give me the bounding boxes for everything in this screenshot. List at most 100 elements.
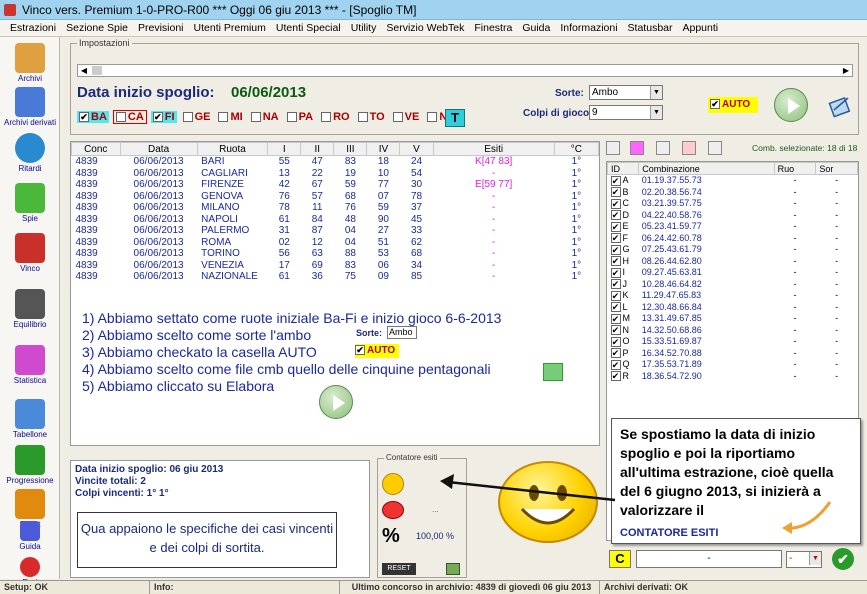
table-row[interactable]: 4839 06/06/2013 CAGLIARI 13 22 19 10 54 - 1° xyxy=(72,168,599,180)
checkbox-icon[interactable]: ✔ xyxy=(610,302,621,313)
table-row[interactable]: 4839 06/06/2013 MILANO 78 11 76 59 37 - 1° xyxy=(72,202,599,214)
menu-item-informazioni[interactable]: Informazioni xyxy=(560,22,617,34)
confirm-check-icon[interactable]: ✔ xyxy=(832,548,854,570)
sidebar-item-archivi-derivati[interactable]: Archivi derivati xyxy=(2,87,58,127)
table-row[interactable]: 4839 06/06/2013 ROMA 02 12 04 51 62 - 1° xyxy=(72,237,599,249)
ruota-checkbox-ca[interactable]: CA xyxy=(112,110,147,124)
menu-item-estrazioni[interactable]: Estrazioni xyxy=(10,22,56,34)
reset-button[interactable]: RESET xyxy=(382,563,416,575)
list-item[interactable]: ✔ H 08.26.44.62.80- - xyxy=(608,256,858,268)
checkbox-icon[interactable]: ✔ xyxy=(610,336,621,347)
table-row[interactable]: 4839 06/06/2013 GENOVA 76 57 68 07 78 - 1° xyxy=(72,191,599,203)
list-item[interactable]: ✔ Q 17.35.53.71.89- - xyxy=(608,359,858,371)
list-item[interactable]: ✔ E 05.23.41.59.77- - xyxy=(608,221,858,233)
ruota-checkbox-ro[interactable]: RO xyxy=(319,111,352,123)
column-header[interactable]: Combinazione xyxy=(638,162,775,175)
colpi-select[interactable]: 9 ▼ xyxy=(589,105,663,120)
menu-item-previsioni[interactable]: Previsioni xyxy=(138,22,184,34)
table-row[interactable]: 4839 06/06/2013 VENEZIA 17 69 83 06 34 - 1° xyxy=(72,260,599,272)
auto-checkbox[interactable]: ✔ AUTO xyxy=(708,97,758,113)
c-field[interactable]: - xyxy=(636,550,782,568)
checkbox-icon[interactable]: ✔ xyxy=(610,325,621,336)
menu-item-sezione-spie[interactable]: Sezione Spie xyxy=(66,22,128,34)
checkbox-icon[interactable]: ✔ xyxy=(610,267,621,278)
scroll-thumb[interactable] xyxy=(92,66,102,75)
no-icon[interactable] xyxy=(682,141,696,155)
list-item[interactable]: ✔ A 01.19.37.55.73- - xyxy=(608,175,858,187)
print-icon[interactable] xyxy=(828,94,852,118)
table-row[interactable]: 4839 06/06/2013 PALERMO 31 87 04 27 33 - 1° xyxy=(72,225,599,237)
ruota-checkbox-fi[interactable]: ✔ FI xyxy=(150,111,177,123)
checkbox-icon[interactable]: ✔ xyxy=(610,221,621,232)
sidebar-item-guida[interactable]: Guida xyxy=(2,521,58,551)
c-button[interactable]: C xyxy=(609,550,631,568)
start-date-value[interactable]: 06/06/2013 xyxy=(231,84,306,101)
checklist-icon[interactable] xyxy=(656,141,670,155)
list-item[interactable]: ✔ N 14.32.50.68.86- - xyxy=(608,325,858,337)
menu-item-appunti[interactable]: Appunti xyxy=(683,22,719,34)
table-row[interactable]: 4839 06/06/2013 NAZIONALE 61 36 75 09 85 - 1° xyxy=(72,271,599,283)
ruota-checkbox-na[interactable]: NA xyxy=(249,111,281,123)
menu-item-servizio-webtek[interactable]: Servizio WebTek xyxy=(386,22,464,34)
sidebar-item-ritardi[interactable]: Ritardi xyxy=(2,133,58,173)
t-button[interactable]: T xyxy=(445,109,465,127)
list-item[interactable]: ✔ I 09.27.45.63.81- - xyxy=(608,267,858,279)
star-icon[interactable] xyxy=(630,141,644,155)
bottom-select[interactable]: - ▼ xyxy=(786,551,822,568)
column-header[interactable]: °C xyxy=(553,142,600,156)
checkbox-icon[interactable]: ✔ xyxy=(610,187,621,198)
sidebar-item-statistica[interactable]: Statistica xyxy=(2,345,58,385)
menu-item-utenti-special[interactable]: Utenti Special xyxy=(276,22,341,34)
ruota-checkbox-ve[interactable]: VE xyxy=(391,111,422,123)
elabora-button[interactable] xyxy=(774,88,808,122)
list-item[interactable]: ✔ J 10.28.46.64.82- - xyxy=(608,279,858,291)
sidebar-item-equilibrio[interactable]: Equilibrio xyxy=(2,289,58,329)
checkbox-icon[interactable]: ✔ xyxy=(610,279,621,290)
column-header[interactable]: Ruo xyxy=(773,162,817,175)
column-header[interactable]: ID xyxy=(606,162,640,175)
list-item[interactable]: ✔ C 03.21.39.57.75- - xyxy=(608,198,858,210)
menu-item-finestra[interactable]: Finestra xyxy=(474,22,512,34)
checkbox-icon[interactable]: ✔ xyxy=(610,233,621,244)
list-item[interactable]: ✔ B 02.20.38.56.74- - xyxy=(608,187,858,199)
sidebar-item-archivi[interactable]: Archivi xyxy=(2,43,58,83)
sidebar-item-progressione[interactable]: Progressione xyxy=(2,445,58,485)
checkbox-icon[interactable]: ✔ xyxy=(610,290,621,301)
checkbox-icon[interactable]: ✔ xyxy=(610,256,621,267)
sidebar-item-spie[interactable]: Spie xyxy=(2,183,58,223)
checkbox-icon[interactable]: ✔ xyxy=(610,210,621,221)
ruota-checkbox-to[interactable]: TO xyxy=(356,111,387,123)
list-item[interactable]: ✔ K 11.29.47.65.83- - xyxy=(608,290,858,302)
edit-icon[interactable] xyxy=(708,141,722,155)
sidebar-item-vinco[interactable]: Vinco xyxy=(2,233,58,273)
list-item[interactable]: ✔ P 16.34.52.70.88- - xyxy=(608,348,858,360)
checkbox-icon[interactable]: ✔ xyxy=(610,313,621,324)
list-item[interactable]: ✔ R 18.36.54.72.90- - xyxy=(608,371,858,383)
ruota-checkbox-pa[interactable]: PA xyxy=(285,111,315,123)
list-item[interactable]: ✔ O 15.33.51.69.87- - xyxy=(608,336,858,348)
table-row[interactable]: 4839 06/06/2013 TORINO 56 63 88 53 68 - 1° xyxy=(72,248,599,260)
list-item[interactable]: ✔ L 12.30.48.66.84- - xyxy=(608,302,858,314)
column-header[interactable]: V xyxy=(399,142,434,156)
table-row[interactable]: 4839 06/06/2013 NAPOLI 61 84 48 90 45 - 1° xyxy=(72,214,599,226)
file-icon[interactable] xyxy=(606,141,620,155)
ruota-checkbox-mi[interactable]: MI xyxy=(216,111,244,123)
horizontal-scrollbar[interactable]: ◀ ▶ xyxy=(77,64,853,77)
menu-item-guida[interactable]: Guida xyxy=(522,22,550,34)
column-header[interactable]: III xyxy=(333,142,368,156)
checkbox-icon[interactable]: ✔ xyxy=(610,198,621,209)
checkbox-icon[interactable]: ✔ xyxy=(610,359,621,370)
sorte-select[interactable]: Ambo ▼ xyxy=(589,85,663,100)
sidebar-item-tabellone[interactable]: Tabellone xyxy=(2,399,58,439)
checkbox-icon[interactable]: ✔ xyxy=(610,175,621,186)
ruota-checkbox-ge[interactable]: GE xyxy=(181,111,213,123)
checkbox-icon[interactable]: ✔ xyxy=(610,348,621,359)
menu-item-statusbar[interactable]: Statusbar xyxy=(628,22,673,34)
checkbox-icon[interactable]: ✔ xyxy=(610,371,621,382)
column-header[interactable]: Data xyxy=(119,142,198,156)
chart-icon[interactable] xyxy=(446,563,460,575)
column-header[interactable]: Ruota xyxy=(196,142,269,156)
menu-item-utility[interactable]: Utility xyxy=(351,22,377,34)
list-item[interactable]: ✔ F 06.24.42.60.78- - xyxy=(608,233,858,245)
menu-item-utenti-premium[interactable]: Utenti Premium xyxy=(194,22,266,34)
